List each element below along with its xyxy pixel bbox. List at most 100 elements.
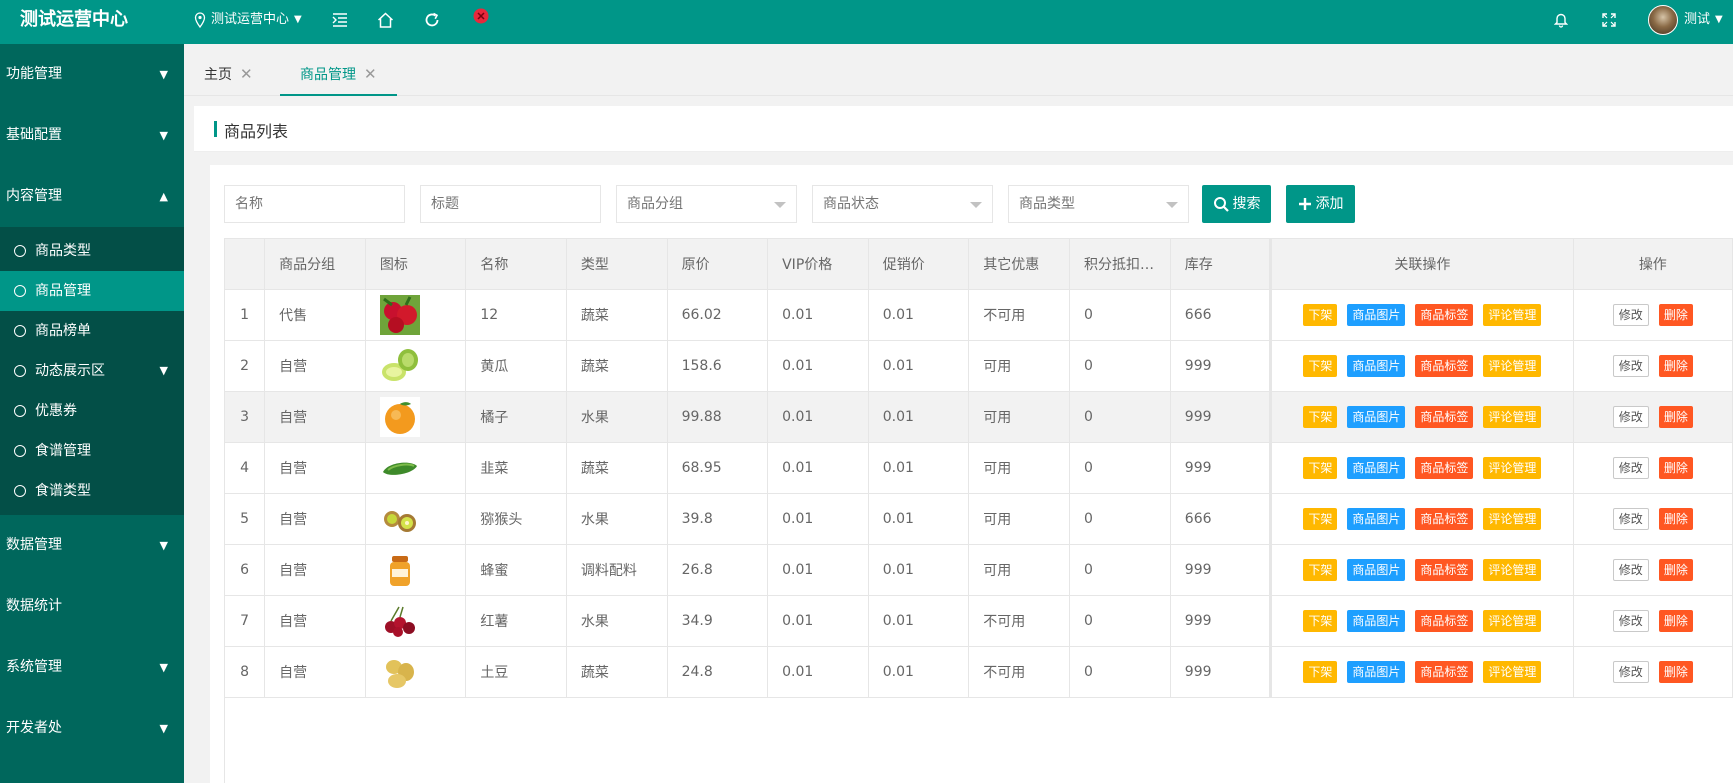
delete-button[interactable]: 删除 (1658, 355, 1693, 377)
product-tags-button[interactable]: 商品标签 (1415, 457, 1474, 479)
column-header[interactable]: VIP价格 (767, 238, 869, 290)
column-header[interactable]: 原价 (667, 238, 769, 290)
sidebar-item-function[interactable]: 功能管理 ▼ (0, 44, 184, 105)
sidebar-item-basic-config[interactable]: 基础配置 ▼ (0, 105, 184, 166)
sidebar-subitem-coupons[interactable]: 优惠券 (0, 391, 184, 431)
location-selector[interactable]: 测试运营中心 ▼ (194, 0, 302, 40)
review-management-button[interactable]: 评论管理 (1483, 508, 1542, 530)
column-header[interactable]: 库存 (1170, 238, 1272, 290)
sidebar-subitem-product-ranking[interactable]: 商品榜单 (0, 311, 184, 351)
sidebar-subitem-product-management[interactable]: 商品管理 (0, 271, 184, 311)
column-header[interactable]: 类型 (566, 238, 668, 290)
product-images-button[interactable]: 商品图片 (1347, 355, 1406, 377)
sidebar-item-system[interactable]: 系统管理 ▼ (0, 637, 184, 698)
edit-button[interactable]: 修改 (1612, 304, 1649, 326)
off-shelf-button[interactable]: 下架 (1303, 661, 1338, 683)
delete-button[interactable]: 删除 (1658, 457, 1693, 479)
product-tags-button[interactable]: 商品标签 (1415, 559, 1474, 581)
delete-button[interactable]: 删除 (1658, 406, 1693, 428)
sidebar-subitem-product-types[interactable]: 商品类型 (0, 231, 184, 271)
table-row[interactable]: 3 自营 橘子 水果 99.88 0.01 0.01 可用 0 999 下架 商品图片 商品标签 评论管理… (225, 391, 1733, 443)
name-input[interactable]: 名称 (224, 185, 405, 223)
sidebar-item-data-management[interactable]: 数据管理 ▼ (0, 515, 184, 576)
sidebar-subitem-dynamic-area[interactable]: 动态展示区 ▼ (0, 351, 184, 391)
column-header[interactable]: 积分抵扣… (1069, 238, 1171, 290)
product-images-button[interactable]: 商品图片 (1347, 457, 1406, 479)
close-icon[interactable]: ✕ (364, 65, 377, 83)
type-select[interactable]: 商品类型 (1008, 185, 1189, 223)
close-all-tabs-button[interactable] (473, 0, 489, 36)
column-header[interactable]: 名称 (465, 238, 567, 290)
product-tags-button[interactable]: 商品标签 (1415, 610, 1474, 632)
sidebar-item-statistics[interactable]: 数据统计 (0, 576, 184, 637)
tab-product-management[interactable]: 商品管理 ✕ (280, 44, 397, 96)
fullscreen-button[interactable] (1602, 0, 1616, 40)
review-management-button[interactable]: 评论管理 (1483, 406, 1542, 428)
off-shelf-button[interactable]: 下架 (1303, 304, 1338, 326)
table-row[interactable]: 1 代售 12 蔬菜 66.02 0.01 0.01 不可用 0 666 下架 商品图片 商品标签 评论管… (225, 289, 1733, 341)
status-select[interactable]: 商品状态 (812, 185, 993, 223)
off-shelf-button[interactable]: 下架 (1303, 355, 1338, 377)
delete-button[interactable]: 删除 (1658, 508, 1693, 530)
off-shelf-button[interactable]: 下架 (1303, 559, 1338, 581)
edit-button[interactable]: 修改 (1612, 661, 1649, 683)
product-tags-button[interactable]: 商品标签 (1415, 661, 1474, 683)
edit-button[interactable]: 修改 (1612, 355, 1649, 377)
product-tags-button[interactable]: 商品标签 (1415, 406, 1474, 428)
off-shelf-button[interactable]: 下架 (1303, 406, 1338, 428)
sidebar-item-developer[interactable]: 开发者处 ▼ (0, 698, 184, 759)
table-row[interactable]: 6 自营 蜂蜜 调料配料 26.8 0.01 0.01 可用 0 999 下架 商品图片 商品标签 评论管… (225, 544, 1733, 596)
refresh-button[interactable] (424, 0, 440, 40)
product-images-button[interactable]: 商品图片 (1347, 661, 1406, 683)
cell-related-actions: 下架 商品图片 商品标签 评论管理 (1269, 595, 1574, 647)
review-management-button[interactable]: 评论管理 (1483, 304, 1542, 326)
off-shelf-button[interactable]: 下架 (1303, 457, 1338, 479)
sidebar-subitem-recipe-types[interactable]: 食谱类型 (0, 471, 184, 511)
tab-home[interactable]: 主页 ✕ (184, 44, 273, 96)
review-management-button[interactable]: 评论管理 (1483, 661, 1542, 683)
close-icon[interactable]: ✕ (240, 65, 253, 83)
group-select[interactable]: 商品分组 (616, 185, 797, 223)
search-button[interactable]: 搜索 (1202, 185, 1271, 223)
delete-button[interactable]: 删除 (1658, 661, 1693, 683)
notification-button[interactable] (1554, 0, 1568, 40)
table-row[interactable]: 2 自营 黄瓜 蔬菜 158.6 0.01 0.01 可用 0 999 下架 商品图片 商品标签 评论管理… (225, 340, 1733, 392)
sidebar-subitem-recipes[interactable]: 食谱管理 (0, 431, 184, 471)
home-button[interactable] (377, 0, 394, 40)
table-row[interactable]: 5 自营 猕猴头 水果 39.8 0.01 0.01 可用 0 666 下架 商品图片 商品标签 评论管理… (225, 493, 1733, 545)
edit-button[interactable]: 修改 (1612, 610, 1649, 632)
review-management-button[interactable]: 评论管理 (1483, 559, 1542, 581)
menu-toggle-button[interactable] (332, 0, 348, 40)
edit-button[interactable]: 修改 (1612, 508, 1649, 530)
delete-button[interactable]: 删除 (1658, 559, 1693, 581)
delete-button[interactable]: 删除 (1658, 610, 1693, 632)
review-management-button[interactable]: 评论管理 (1483, 457, 1542, 479)
table-row[interactable]: 4 自营 韭菜 蔬菜 68.95 0.01 0.01 可用 0 999 下架 商品图片 商品标签 评论管理… (225, 442, 1733, 494)
product-images-button[interactable]: 商品图片 (1347, 304, 1406, 326)
user-menu[interactable]: 测试 ▼ (1648, 0, 1723, 40)
off-shelf-button[interactable]: 下架 (1303, 610, 1338, 632)
review-management-button[interactable]: 评论管理 (1483, 610, 1542, 632)
column-header[interactable]: 促销价 (868, 238, 970, 290)
add-button[interactable]: 添加 (1286, 185, 1355, 223)
title-input[interactable]: 标题 (420, 185, 601, 223)
edit-button[interactable]: 修改 (1612, 559, 1649, 581)
product-images-button[interactable]: 商品图片 (1347, 559, 1406, 581)
column-header[interactable]: 商品分组 (264, 238, 366, 290)
product-tags-button[interactable]: 商品标签 (1415, 508, 1474, 530)
delete-button[interactable]: 删除 (1658, 304, 1693, 326)
product-tags-button[interactable]: 商品标签 (1415, 355, 1474, 377)
off-shelf-button[interactable]: 下架 (1303, 508, 1338, 530)
column-header[interactable]: 图标 (365, 238, 467, 290)
table-row[interactable]: 8 自营 土豆 蔬菜 24.8 0.01 0.01 不可用 0 999 下架 商品图片 商品标签 评论管理… (225, 646, 1733, 698)
product-tags-button[interactable]: 商品标签 (1415, 304, 1474, 326)
column-header[interactable]: 其它优惠 (968, 238, 1070, 290)
product-images-button[interactable]: 商品图片 (1347, 406, 1406, 428)
table-row[interactable]: 7 自营 红薯 水果 34.9 0.01 0.01 不可用 0 999 下架 商品图片 商品标签 评论管理… (225, 595, 1733, 647)
edit-button[interactable]: 修改 (1612, 406, 1649, 428)
product-images-button[interactable]: 商品图片 (1347, 508, 1406, 530)
edit-button[interactable]: 修改 (1612, 457, 1649, 479)
sidebar-item-content[interactable]: 内容管理 ▲ (0, 166, 184, 227)
review-management-button[interactable]: 评论管理 (1483, 355, 1542, 377)
product-images-button[interactable]: 商品图片 (1347, 610, 1406, 632)
